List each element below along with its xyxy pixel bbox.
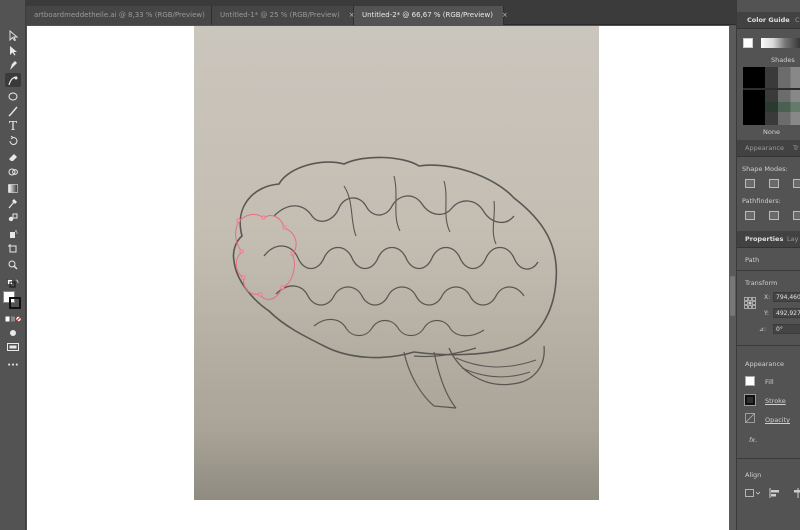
document-tab-bar: artboardmeddetheile.ai @ 8,33 % (RGB/Pre… — [26, 0, 736, 25]
fill-label: Fill — [765, 378, 774, 386]
blend-tool-icon[interactable] — [5, 211, 21, 225]
unite-icon[interactable] — [745, 179, 755, 188]
intersect-icon[interactable] — [793, 179, 800, 188]
transform-label: Transform — [745, 279, 778, 287]
divider — [737, 345, 800, 346]
vertical-scrollbar[interactable] — [729, 26, 736, 530]
reference-point-icon[interactable] — [744, 297, 756, 309]
gradient-tool-icon[interactable] — [5, 181, 21, 195]
brain-sketch-drawing — [232, 156, 558, 409]
rotate-angle-field[interactable]: 0° — [773, 324, 800, 334]
document-tab-active[interactable]: Untitled-2* @ 66,67 % (RGB/Preview) × — [354, 6, 508, 25]
document-tab[interactable]: Untitled-1* @ 25 % (RGB/Preview) × — [212, 6, 355, 25]
curvature-tool-icon[interactable] — [5, 73, 21, 87]
minus-front-icon[interactable] — [769, 179, 779, 188]
close-tab-icon[interactable]: × — [502, 11, 508, 19]
trim-icon[interactable] — [769, 211, 779, 220]
eyedropper-tool-icon[interactable] — [5, 196, 21, 210]
align-label: Align — [745, 471, 762, 479]
tools-panel: T ··· — [0, 0, 26, 530]
artboard-canvas[interactable] — [27, 26, 729, 530]
stroke-label[interactable]: Stroke — [765, 397, 786, 405]
stroke-swatch[interactable] — [9, 297, 21, 309]
tab-color-guide[interactable]: Color Guide — [747, 16, 790, 24]
properties-tabs: Properties Lay — [737, 231, 800, 248]
selection-tool-icon[interactable] — [5, 28, 21, 42]
opacity-icon — [745, 413, 755, 423]
paintbrush-tool-icon[interactable] — [5, 104, 21, 118]
appearance-tabs: Appearance Tr — [737, 140, 800, 157]
direct-selection-tool-icon[interactable] — [5, 43, 21, 57]
shape-modes-label: Shape Modes: — [742, 165, 788, 173]
default-colors-icon[interactable] — [5, 277, 21, 291]
tab-color[interactable]: C — [795, 16, 800, 24]
merge-icon[interactable] — [793, 211, 800, 220]
tab-label: Untitled-2* @ 66,67 % (RGB/Preview) — [362, 11, 493, 19]
none-label: None — [763, 128, 780, 136]
tab-label: artboardmeddetheile.ai @ 8,33 % (RGB/Pre… — [34, 11, 205, 19]
right-panels: Color Guide C Shades None Appearance Tr … — [736, 0, 800, 530]
divider — [737, 458, 800, 459]
draw-mode-icon[interactable] — [5, 326, 21, 340]
tab-properties[interactable]: Properties — [745, 235, 783, 243]
shape-builder-tool-icon[interactable] — [5, 165, 21, 179]
align-left-icon[interactable] — [769, 488, 781, 498]
type-tool-icon[interactable]: T — [5, 119, 21, 133]
shades-grid[interactable] — [743, 67, 800, 125]
color-mode-icons[interactable] — [5, 312, 21, 326]
appearance-section-label: Appearance — [745, 360, 785, 368]
divide-icon[interactable] — [745, 211, 755, 220]
fill-color-swatch[interactable] — [745, 376, 755, 386]
shades-label: Shades — [771, 56, 795, 64]
illustrator-window: artboardmeddetheile.ai @ 8,33 % (RGB/Pre… — [0, 0, 800, 530]
screen-mode-icon[interactable] — [5, 340, 21, 354]
opacity-label[interactable]: Opacity — [765, 416, 790, 424]
y-label: Y: — [764, 310, 769, 317]
more-tools-icon[interactable]: ··· — [5, 359, 21, 373]
shades-row-divider — [743, 88, 800, 90]
shades-row[interactable] — [743, 102, 800, 112]
pen-tool-icon[interactable] — [5, 58, 21, 72]
fill-stroke-swatch[interactable] — [3, 291, 23, 309]
artboard-tool-icon[interactable] — [5, 242, 21, 256]
eraser-tool-icon[interactable] — [5, 150, 21, 164]
rotate-tool-icon[interactable] — [5, 134, 21, 148]
tab-label: Untitled-1* @ 25 % (RGB/Preview) — [220, 11, 340, 19]
zoom-tool-icon[interactable] — [5, 258, 21, 272]
y-position-field[interactable]: 492,927 — [773, 308, 800, 318]
color-guide-tabs: Color Guide C — [737, 12, 800, 29]
align-center-icon[interactable] — [792, 488, 800, 498]
ellipse-tool-icon[interactable] — [5, 89, 21, 103]
harmony-strip[interactable] — [761, 38, 800, 48]
tab-transparency[interactable]: Tr — [793, 144, 799, 152]
document-tab[interactable]: artboardmeddetheile.ai @ 8,33 % (RGB/Pre… — [26, 6, 220, 25]
fx-effects-button[interactable]: fx. — [749, 436, 757, 444]
scrollbar-thumb[interactable] — [730, 276, 735, 316]
stroke-color-swatch[interactable] — [744, 394, 756, 406]
tab-layers[interactable]: Lay — [787, 235, 798, 243]
placed-image-brain-sketch[interactable] — [194, 26, 599, 500]
pathfinders-label: Pathfinders: — [742, 197, 781, 205]
object-type-label: Path — [745, 256, 760, 264]
x-position-field[interactable]: 794,460 — [773, 292, 800, 302]
divider — [737, 270, 800, 271]
angle-label: ⊿: — [759, 326, 767, 333]
base-color-swatch[interactable] — [743, 38, 753, 48]
align-to-icon[interactable] — [745, 488, 761, 498]
x-label: X: — [764, 294, 771, 301]
symbol-sprayer-tool-icon[interactable] — [5, 227, 21, 241]
tab-appearance[interactable]: Appearance — [745, 144, 784, 152]
